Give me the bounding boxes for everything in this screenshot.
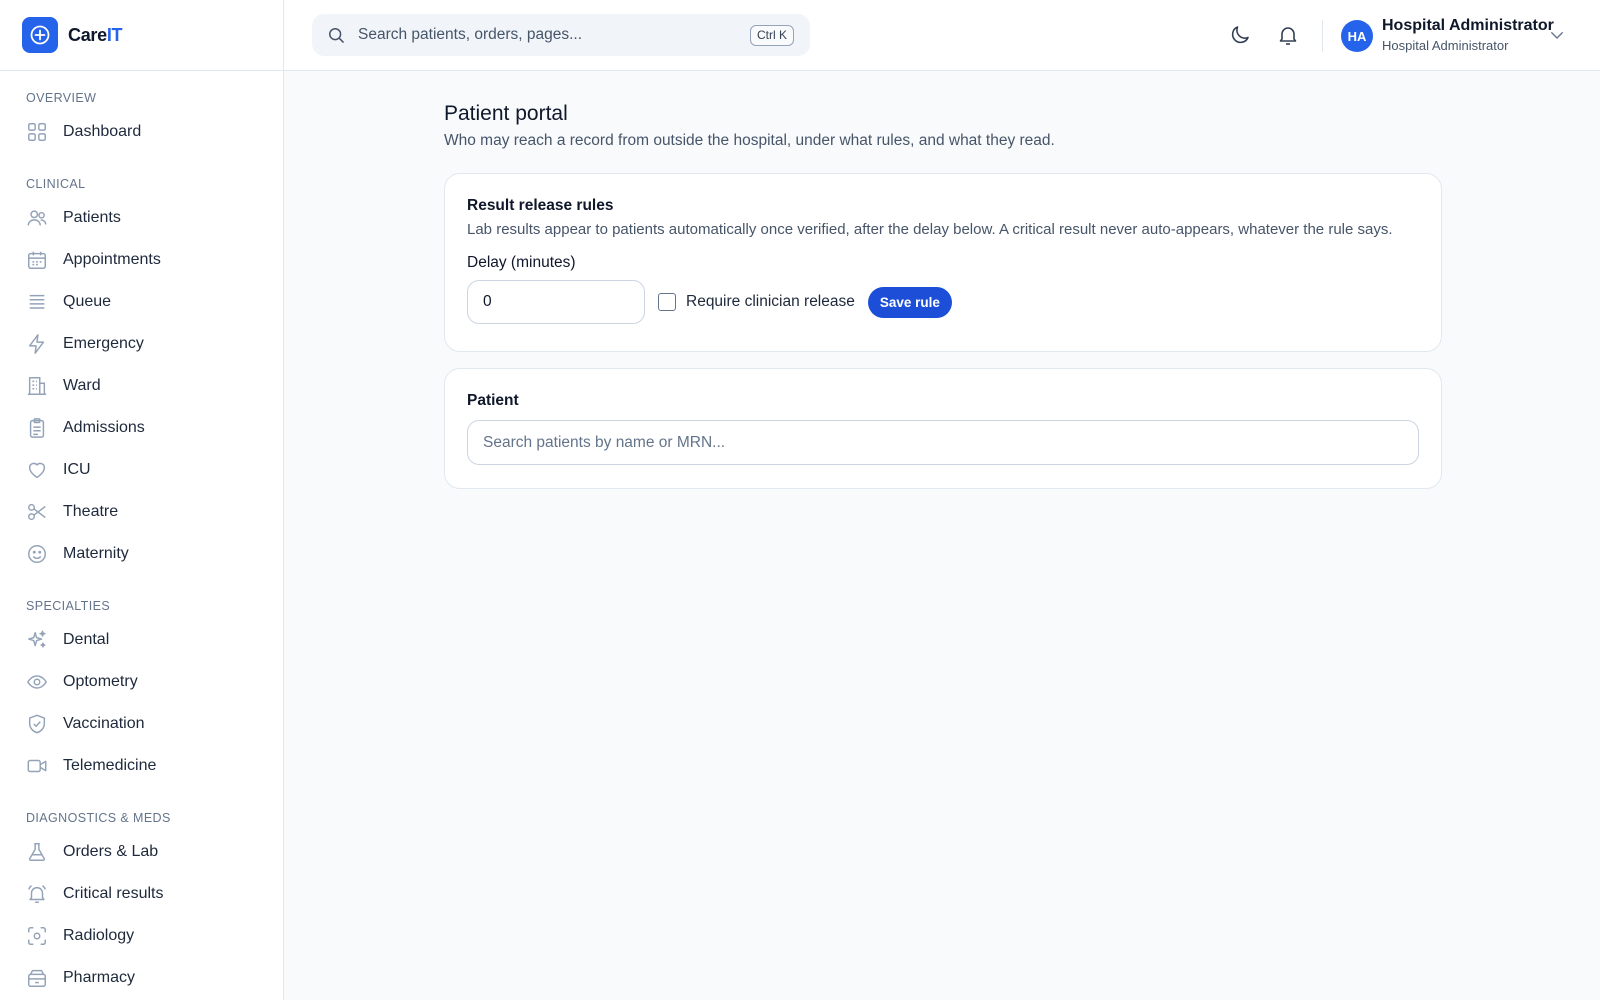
flask-icon: [28, 843, 46, 861]
sidebar-item-dashboard[interactable]: Dashboard: [0, 111, 283, 153]
user-role: Hospital Administrator: [1382, 38, 1509, 53]
rule-controls: 0 Require clinician release Save rule: [467, 280, 1419, 324]
sidebar-item-maternity[interactable]: Maternity: [0, 533, 283, 575]
sidebar-item-theatre[interactable]: Theatre: [0, 491, 283, 533]
sidebar-item-icu[interactable]: ICU: [0, 449, 283, 491]
topbar: Search patients, orders, pages... Ctrl K…: [284, 0, 1600, 71]
sidebar-item-orders-lab[interactable]: Orders & Lab: [0, 831, 283, 873]
delay-minutes-input[interactable]: 0: [467, 280, 645, 324]
sidebar-item-optometry[interactable]: Optometry: [0, 661, 283, 703]
video-icon: [27, 759, 47, 773]
scissors-icon: [28, 503, 46, 521]
sidebar-item-critical-results[interactable]: Critical results: [0, 873, 283, 915]
main-content: Patient portal Who may reach a record fr…: [444, 100, 1442, 489]
brand[interactable]: CareIT: [0, 0, 283, 71]
sidebar-item-label: Queue: [63, 293, 112, 310]
sidebar-item-telemedicine[interactable]: Telemedicine: [0, 745, 283, 787]
sidebar-item-label: Emergency: [63, 335, 144, 352]
brand-name: CareIT: [68, 24, 123, 45]
sidebar-item-label: Radiology: [63, 927, 135, 944]
patient-search-input[interactable]: Search patients by name or MRN...: [467, 420, 1419, 465]
sidebar-item-radiology[interactable]: Radiology: [0, 915, 283, 957]
search-input[interactable]: Search patients, orders, pages...: [358, 26, 582, 44]
require-clinician-release-checkbox[interactable]: [658, 293, 676, 311]
sidebar-item-label: Patients: [63, 209, 121, 226]
sidebar-item-label: Dashboard: [63, 123, 142, 140]
result-release-rules-card: Result release rules Lab results appear …: [444, 173, 1442, 352]
save-rule-button[interactable]: Save rule: [867, 286, 952, 318]
eye-icon: [26, 675, 48, 689]
search-shortcut-badge: Ctrl K: [750, 25, 794, 46]
global-search[interactable]: Search patients, orders, pages... Ctrl K: [312, 14, 810, 56]
sidebar-item-appointments[interactable]: Appointments: [0, 239, 283, 281]
sidebar-item-label: Dental: [63, 631, 110, 648]
header-divider: [1322, 20, 1323, 52]
bell-alert-icon: [28, 885, 46, 903]
sidebar-item-queue[interactable]: Queue: [0, 281, 283, 323]
bell-icon[interactable]: [1276, 23, 1300, 47]
patient-label: Patient: [467, 392, 519, 409]
list-icon: [29, 294, 45, 309]
card-description: Lab results appear to patients automatic…: [467, 221, 1393, 238]
sidebar-item-label: Orders & Lab: [63, 843, 159, 860]
sidebar-item-vaccination[interactable]: Vaccination: [0, 703, 283, 745]
sidebar-item-label: Optometry: [63, 673, 138, 690]
nav-section-title: SPECIALTIES: [26, 599, 111, 613]
nav-section-title: DIAGNOSTICS & MEDS: [26, 811, 171, 825]
require-clinician-release-label[interactable]: Require clinician release: [686, 293, 855, 311]
calendar-icon: [28, 251, 46, 269]
sidebar-item-label: Pharmacy: [63, 969, 136, 986]
sidebar-item-ward[interactable]: Ward: [0, 365, 283, 407]
sidebar-item-label: Critical results: [63, 885, 164, 902]
sidebar-item-label: ICU: [63, 461, 91, 478]
users-icon: [27, 210, 47, 226]
patient-lookup-card: Patient Search patients by name or MRN..…: [444, 368, 1442, 489]
sidebar-item-label: Appointments: [63, 251, 161, 268]
page-subtitle: Who may reach a record from outside the …: [444, 132, 1055, 149]
sparkles-icon: [28, 630, 46, 648]
heart-icon: [28, 462, 46, 479]
sidebar-item-label: Maternity: [63, 545, 129, 562]
sidebar-item-label: Telemedicine: [63, 757, 157, 774]
grid-icon: [28, 123, 46, 141]
moon-icon[interactable]: [1228, 23, 1252, 47]
sidebar-item-admissions[interactable]: Admissions: [0, 407, 283, 449]
sidebar-item-emergency[interactable]: Emergency: [0, 323, 283, 365]
card-title: Result release rules: [467, 197, 614, 214]
sidebar-item-label: Theatre: [63, 503, 119, 520]
clipboard-icon: [29, 418, 45, 438]
plus-icon: [22, 17, 58, 53]
sidebar: CareIT OVERVIEW Dashboard CLINICAL Patie…: [0, 0, 284, 1000]
avatar[interactable]: HA: [1341, 20, 1373, 52]
shield-icon: [28, 714, 46, 734]
lightning-icon: [28, 334, 45, 354]
sidebar-item-label: Admissions: [63, 419, 145, 436]
nav-section-title: CLINICAL: [26, 177, 86, 191]
sidebar-item-pharmacy[interactable]: Pharmacy: [0, 957, 283, 999]
search-icon: [329, 28, 344, 43]
sidebar-item-patients[interactable]: Patients: [0, 197, 283, 239]
chevron-down-icon[interactable]: [1548, 26, 1566, 44]
sidebar-item-dental[interactable]: Dental: [0, 619, 283, 661]
delay-label: Delay (minutes): [467, 254, 576, 271]
nav-section-title: OVERVIEW: [26, 91, 97, 105]
building-icon: [27, 377, 47, 395]
user-name[interactable]: Hospital Administrator: [1382, 17, 1554, 35]
pharmacy-icon: [28, 969, 46, 987]
sidebar-item-label: Vaccination: [63, 715, 145, 732]
page-title: Patient portal: [444, 102, 568, 125]
smile-icon: [28, 545, 46, 563]
scan-icon: [28, 927, 46, 945]
sidebar-nav: OVERVIEW Dashboard CLINICAL Patients App…: [0, 71, 283, 999]
sidebar-item-label: Ward: [63, 377, 101, 394]
